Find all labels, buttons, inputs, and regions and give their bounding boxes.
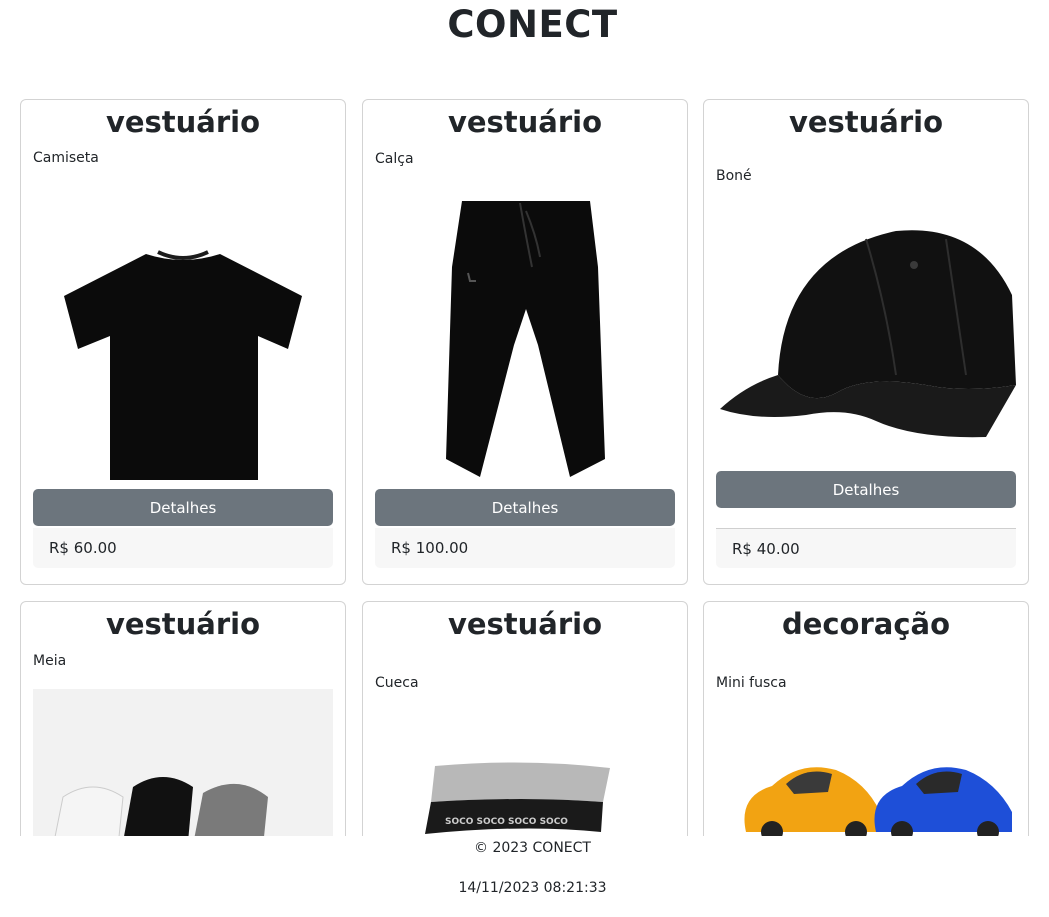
underwear-image: SOCO SOCO SOCO SOCO — [375, 762, 675, 836]
footer-copyright: © 2023 CONECT — [474, 840, 591, 856]
product-card: vestuário Meia — [20, 601, 346, 836]
product-name: Camiseta — [33, 150, 99, 166]
product-name: Calça — [375, 151, 414, 167]
details-button[interactable]: Detalhes — [716, 471, 1016, 508]
toy-car-image — [716, 752, 1016, 836]
product-price: R$ 100.00 — [375, 528, 675, 568]
footer-timestamp: 14/11/2023 08:21:33 — [458, 880, 607, 896]
product-card: vestuário Boné Detalhes R$ 40.00 — [703, 99, 1029, 585]
product-category: vestuário — [447, 607, 603, 641]
product-card: vestuário Camiseta Detalhes R$ 60.00 — [20, 99, 346, 585]
product-category: vestuário — [105, 105, 261, 139]
svg-text:SOCO SOCO SOCO SOCO: SOCO SOCO SOCO SOCO — [445, 817, 568, 827]
product-name: Mini fusca — [716, 675, 787, 691]
product-card: vestuário Calça Detalhes R$ 100.00 — [362, 99, 688, 585]
tshirt-image — [33, 240, 333, 488]
product-name: Cueca — [375, 675, 419, 691]
cap-image — [716, 220, 1016, 460]
product-category: vestuário — [788, 105, 944, 139]
product-grid: vestuário Camiseta Detalhes R$ 60.00 ves… — [0, 0, 1049, 836]
product-name: Meia — [33, 653, 67, 669]
product-category: vestuário — [447, 105, 603, 139]
product-category: vestuário — [105, 607, 261, 641]
product-card: decoração Mini fusca — [703, 601, 1029, 836]
product-price: R$ 60.00 — [33, 528, 333, 568]
product-category: decoração — [781, 607, 951, 641]
product-name: Boné — [716, 168, 752, 184]
product-card: vestuário Cueca SOCO SOCO SOCO SOCO — [362, 601, 688, 836]
details-button[interactable]: Detalhes — [375, 489, 675, 526]
socks-image — [33, 689, 333, 836]
pants-image — [375, 196, 675, 480]
details-button[interactable]: Detalhes — [33, 489, 333, 526]
product-price: R$ 40.00 — [716, 528, 1016, 568]
